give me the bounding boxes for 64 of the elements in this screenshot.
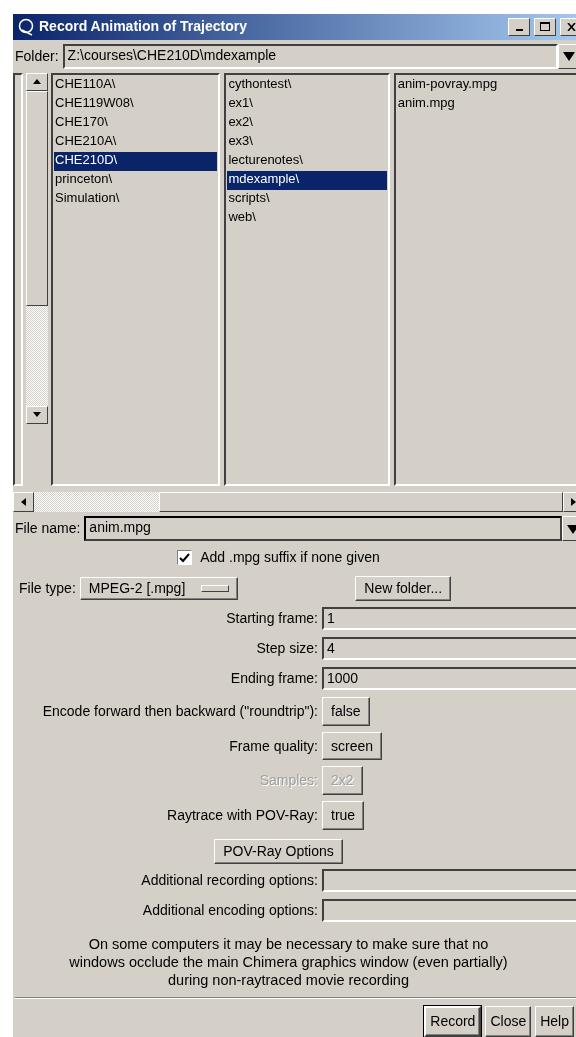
list-item[interactable]: lecturenotes\ [227, 151, 387, 171]
file-name-field[interactable]: anim.mpg [84, 516, 562, 542]
close-button[interactable] [560, 17, 576, 36]
new-folder-button[interactable]: New folder... [355, 576, 452, 601]
dialog-button[interactable]: Record [424, 1006, 482, 1037]
input-field[interactable] [322, 898, 576, 922]
option-label: Additional recording options: [140, 871, 319, 889]
dialog-button[interactable]: Close [485, 1006, 532, 1037]
left-arrow-icon [21, 498, 26, 507]
dropdown-button[interactable] [558, 43, 576, 69]
down-arrow-icon [33, 412, 41, 418]
option-label: Starting frame: [225, 609, 319, 627]
list-item[interactable]: CHE210D\ [54, 151, 218, 171]
list-item[interactable]: CHE170\ [54, 113, 218, 133]
option-label: Step size: [255, 639, 319, 657]
list-item[interactable]: ex1\ [227, 94, 387, 114]
file-type-label: File type: [19, 580, 76, 597]
close-icon [566, 22, 576, 31]
caret-icon [567, 523, 576, 534]
checkbox[interactable] [177, 550, 193, 566]
option-label: Encode forward then backward ("roundtrip"): [41, 702, 319, 720]
menu-indicator-icon [201, 584, 230, 592]
toggle-button[interactable]: false [322, 696, 370, 726]
list-item[interactable]: CHE110A\ [54, 75, 218, 95]
file-type-menu-button[interactable]: MPEG-2 [.mpg] [79, 577, 239, 600]
input-field[interactable]: 1000 [322, 666, 576, 690]
list-item[interactable]: anim-povray.mpg [396, 75, 576, 95]
right-arrow-icon [571, 498, 576, 507]
list-item[interactable]: Simulation\ [54, 189, 218, 209]
horizontal-scrollbar[interactable] [13, 492, 576, 513]
list-item[interactable]: cythontest\ [227, 75, 387, 95]
option-label: Frame quality: [228, 737, 319, 755]
dialog-button[interactable]: Help [535, 1006, 574, 1037]
list-item[interactable]: princeton\ [54, 170, 218, 190]
window-title: Record Animation of Trajectory [39, 18, 248, 36]
file-name-label: File name: [15, 520, 81, 538]
option-label: Additional encoding options: [141, 901, 319, 919]
input-field[interactable]: 4 [322, 636, 576, 660]
recording-note: On some computers it may be necessary to make sure that no windows occlude the main Chimera graphics window (even partially) during non-raytraced movie recording [68, 934, 509, 990]
option-label: Ending frame: [229, 669, 319, 687]
maximize-icon [540, 22, 550, 32]
list-item[interactable]: ex2\ [227, 113, 387, 133]
checkbox-label: Add .mpg suffix if none given [200, 549, 380, 567]
app-icon [17, 17, 35, 36]
minimize-icon [515, 28, 523, 31]
input-field[interactable] [322, 868, 576, 892]
list-item[interactable]: CHE210A\ [54, 132, 218, 152]
list-item[interactable]: ex3\ [227, 132, 387, 152]
up-arrow-icon [33, 79, 41, 85]
list-item[interactable]: CHE119W08\ [54, 94, 218, 114]
list-item[interactable]: scripts\ [227, 189, 387, 209]
toggle-button[interactable]: true [322, 801, 365, 831]
folder-field[interactable]: Z:\courses\CHE210D\mdexample [62, 43, 558, 69]
minimize-button[interactable] [508, 17, 530, 36]
list-item[interactable]: anim.mpg [396, 94, 576, 114]
pov-ray-options-button[interactable]: POV-Ray Options [214, 839, 343, 864]
list-item[interactable]: web\ [227, 208, 387, 228]
toggle-button[interactable]: screen [322, 731, 383, 761]
caret-icon [563, 51, 575, 62]
input-field[interactable]: 1 [322, 606, 576, 630]
list-item[interactable]: mdexample\ [227, 170, 387, 190]
option-label: Raytrace with POV-Ray: [166, 807, 319, 825]
folder-label: Folder: [15, 47, 59, 65]
maximize-button[interactable] [534, 17, 556, 36]
